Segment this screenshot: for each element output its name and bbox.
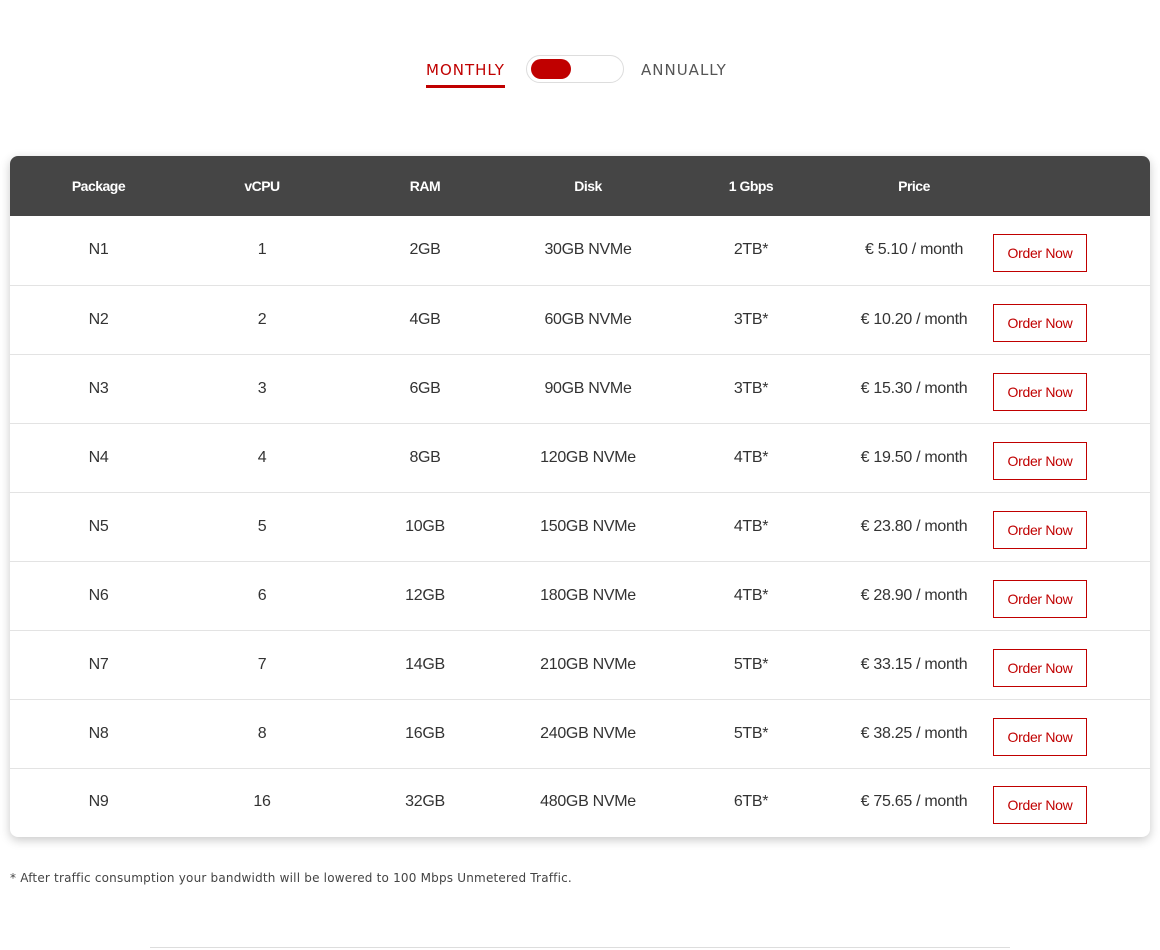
traffic-cell: 3TB* [733, 310, 769, 328]
table-row: N4 4 8GB 120GB NVMe 4TB* € 19.50 / month Order… [10, 423, 1150, 492]
disk-cell: 210GB NVMe [540, 655, 636, 673]
price-cell: € 5.10 / month [864, 241, 964, 259]
vcpu-cell: 16 [253, 792, 271, 810]
action-cell: Order Now [989, 492, 1150, 561]
pricing-table: Package vCPU RAM Disk 1 Gbps Price N1 1 2G… [10, 156, 1150, 835]
vcpu-cell: 1 [257, 241, 267, 259]
action-cell: Order Now [989, 285, 1150, 354]
ram-cell: 14GB [405, 655, 445, 673]
table-row: N6 6 12GB 180GB NVMe 4TB* € 28.90 / month Orde… [10, 561, 1150, 630]
disk-cell: 180GB NVMe [540, 586, 636, 604]
package-cell: N8 [88, 724, 109, 742]
package-cell: N3 [88, 379, 109, 397]
vcpu-cell: 4 [257, 448, 267, 466]
traffic-cell: 4TB* [733, 586, 769, 604]
price-cell: € 38.25 / month [860, 724, 968, 742]
vcpu-cell: 2 [257, 310, 267, 328]
table-row: N2 2 4GB 60GB NVMe 3TB* € 10.20 / month Order … [10, 285, 1150, 354]
pricing-table-card: Package vCPU RAM Disk 1 Gbps Price N1 1 2G… [10, 156, 1150, 837]
disk-cell: 60GB NVMe [544, 310, 632, 328]
traffic-cell: 4TB* [733, 448, 769, 466]
order-now-button[interactable]: Order Now [993, 579, 1087, 618]
package-cell: N6 [88, 586, 109, 604]
header-disk: Disk [574, 178, 602, 194]
ram-cell: 16GB [405, 724, 445, 742]
package-cell: N1 [88, 241, 109, 259]
disk-cell: 240GB NVMe [540, 724, 636, 742]
order-now-button[interactable]: Order Now [993, 234, 1087, 273]
package-cell: N9 [88, 792, 109, 810]
disk-cell: 150GB NVMe [540, 517, 636, 535]
disk-cell: 30GB NVMe [544, 241, 632, 259]
traffic-cell: 3TB* [733, 379, 769, 397]
price-cell: € 28.90 / month [860, 586, 968, 604]
traffic-cell: 5TB* [733, 724, 769, 742]
order-now-button[interactable]: Order Now [993, 441, 1087, 480]
table-row: N1 1 2GB 30GB NVMe 2TB* € 5.10 / month Order N… [10, 216, 1150, 285]
table-header-row: Package vCPU RAM Disk 1 Gbps Price [10, 156, 1150, 216]
traffic-footnote: * After traffic consumption your bandwid… [10, 871, 572, 885]
package-cell: N2 [88, 310, 109, 328]
package-cell: N7 [88, 655, 109, 673]
order-now-button[interactable]: Order Now [993, 510, 1087, 549]
table-row: N3 3 6GB 90GB NVMe 3TB* € 15.30 / month Order … [10, 354, 1150, 423]
header-ram: RAM [409, 178, 441, 194]
ram-cell: 32GB [405, 792, 445, 810]
monthly-option[interactable]: MONTHLY [426, 61, 505, 88]
vcpu-cell: 8 [257, 724, 267, 742]
ram-cell: 2GB [409, 241, 441, 259]
table-row: N8 8 16GB 240GB NVMe 5TB* € 38.25 / month Orde… [10, 699, 1150, 768]
header-vcpu: vCPU [244, 178, 280, 194]
order-now-button[interactable]: Order Now [993, 717, 1087, 756]
ram-cell: 8GB [409, 448, 441, 466]
header-action [989, 156, 1150, 216]
vcpu-cell: 7 [257, 655, 267, 673]
action-cell: Order Now [989, 630, 1150, 699]
table-row: N5 5 10GB 150GB NVMe 4TB* € 23.80 / month Orde… [10, 492, 1150, 561]
annually-option[interactable]: ANNUALLY [641, 61, 727, 79]
action-cell: Order Now [989, 561, 1150, 630]
order-now-button[interactable]: Order Now [993, 372, 1087, 411]
billing-switch[interactable] [526, 55, 624, 83]
price-cell: € 75.65 / month [860, 792, 968, 810]
price-cell: € 10.20 / month [860, 310, 968, 328]
traffic-cell: 5TB* [733, 655, 769, 673]
table-row: N9 16 32GB 480GB NVMe 6TB* € 75.65 / month Ord… [10, 768, 1150, 835]
vcpu-cell: 5 [257, 517, 267, 535]
switch-knob [531, 59, 571, 79]
disk-cell: 480GB NVMe [540, 792, 636, 810]
action-cell: Order Now [989, 768, 1150, 835]
disk-cell: 90GB NVMe [544, 379, 632, 397]
traffic-cell: 6TB* [733, 792, 769, 810]
order-now-button[interactable]: Order Now [993, 648, 1087, 687]
package-cell: N4 [88, 448, 109, 466]
vcpu-cell: 3 [257, 379, 267, 397]
disk-cell: 120GB NVMe [540, 448, 636, 466]
action-cell: Order Now [989, 423, 1150, 492]
ram-cell: 6GB [409, 379, 441, 397]
header-price: Price [898, 178, 930, 194]
traffic-cell: 4TB* [733, 517, 769, 535]
action-cell: Order Now [989, 216, 1150, 285]
ram-cell: 10GB [405, 517, 445, 535]
price-cell: € 33.15 / month [860, 655, 968, 673]
order-now-button[interactable]: Order Now [993, 785, 1087, 824]
package-cell: N5 [88, 517, 109, 535]
action-cell: Order Now [989, 354, 1150, 423]
traffic-cell: 2TB* [733, 241, 769, 259]
header-bandwidth: 1 Gbps [728, 178, 774, 194]
ram-cell: 4GB [409, 310, 441, 328]
action-cell: Order Now [989, 699, 1150, 768]
vcpu-cell: 6 [257, 586, 267, 604]
ram-cell: 12GB [405, 586, 445, 604]
header-package: Package [71, 178, 126, 194]
price-cell: € 23.80 / month [860, 517, 968, 535]
order-now-button[interactable]: Order Now [993, 303, 1087, 342]
table-row: N7 7 14GB 210GB NVMe 5TB* € 33.15 / month Orde… [10, 630, 1150, 699]
section-divider [150, 947, 1010, 948]
price-cell: € 19.50 / month [860, 448, 968, 466]
price-cell: € 15.30 / month [860, 379, 968, 397]
billing-period-toggle: MONTHLY ANNUALLY [0, 55, 1160, 88]
